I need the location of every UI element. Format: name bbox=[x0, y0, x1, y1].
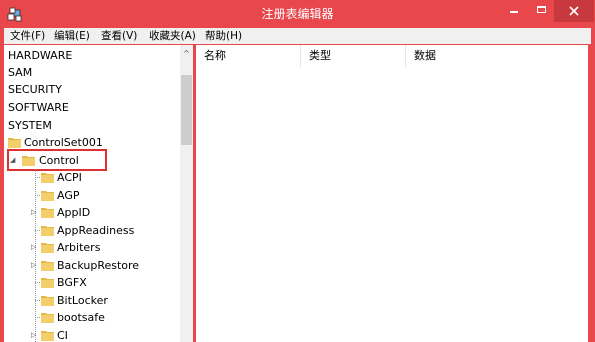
folder-icon bbox=[8, 138, 21, 148]
minimize-icon bbox=[510, 11, 518, 13]
tree-item-arbiters[interactable]: ▷ Arbiters bbox=[4, 239, 174, 256]
folder-icon bbox=[41, 261, 54, 271]
tree-item-label: BitLocker bbox=[57, 294, 108, 307]
collapsed-arrow-icon[interactable]: ▷ bbox=[31, 257, 39, 274]
tree-item-label: HARDWARE bbox=[8, 49, 73, 62]
tree-item-label: SAM bbox=[8, 66, 33, 79]
tree-item-label: bootsafe bbox=[57, 311, 105, 324]
tree-item-appreadiness[interactable]: AppReadiness bbox=[4, 222, 174, 239]
tree-item-bitlocker[interactable]: BitLocker bbox=[4, 292, 174, 309]
close-button[interactable] bbox=[554, 0, 594, 22]
tree-item-backuprestore[interactable]: ▷ BackupRestore bbox=[4, 257, 174, 274]
tree-item-label: SECURITY bbox=[8, 83, 62, 96]
registry-tree[interactable]: HARDWARE SAM SECURITY SOFTWARE SYSTEM Co… bbox=[4, 45, 193, 342]
tree-item-bgfx[interactable]: BGFX bbox=[4, 274, 174, 291]
maximize-icon bbox=[536, 6, 546, 13]
menu-favorites[interactable]: 收藏夹(A) bbox=[149, 28, 196, 44]
tree-item-ci[interactable]: ▷ CI bbox=[4, 327, 174, 342]
tree-item-label: ACPI bbox=[57, 171, 82, 184]
selection-highlight-box bbox=[7, 149, 107, 171]
folder-icon bbox=[41, 278, 54, 288]
collapsed-arrow-icon[interactable]: ▷ bbox=[31, 327, 39, 342]
menu-help[interactable]: 帮助(H) bbox=[205, 28, 242, 44]
folder-icon bbox=[41, 296, 54, 306]
tree-scrollbar[interactable]: ^ bbox=[180, 45, 193, 342]
column-header-data[interactable]: 数据 bbox=[406, 45, 588, 67]
collapsed-arrow-icon[interactable]: ▷ bbox=[31, 239, 39, 256]
tree-item-label: BackupRestore bbox=[57, 259, 140, 272]
folder-icon bbox=[41, 243, 54, 253]
scrollbar-thumb[interactable] bbox=[181, 75, 192, 145]
tree-item-appid[interactable]: ▷ AppID bbox=[4, 204, 174, 221]
tree-item-label: AppReadiness bbox=[57, 224, 135, 237]
scroll-up-arrow-icon[interactable]: ^ bbox=[180, 45, 193, 62]
values-list[interactable]: 名称 类型 数据 bbox=[196, 45, 588, 342]
folder-icon bbox=[41, 331, 54, 341]
folder-icon bbox=[41, 208, 54, 218]
folder-icon bbox=[41, 226, 54, 236]
folder-icon bbox=[41, 173, 54, 183]
tree-item-agp[interactable]: AGP bbox=[4, 187, 174, 204]
tree-item-label: BGFX bbox=[57, 276, 87, 289]
minimize-button[interactable] bbox=[500, 0, 528, 22]
close-icon bbox=[569, 6, 579, 16]
title-bar[interactable]: 注册表编辑器 bbox=[0, 0, 595, 28]
tree-item-acpi[interactable]: ACPI bbox=[4, 169, 174, 186]
folder-icon bbox=[41, 313, 54, 323]
tree-item-label: Arbiters bbox=[57, 241, 101, 254]
tree-item-label: AGP bbox=[57, 189, 80, 202]
tree-item-label: CI bbox=[57, 329, 68, 342]
maximize-button[interactable] bbox=[528, 0, 554, 22]
menu-bar: 文件(F) 编辑(E) 查看(V) 收藏夹(A) 帮助(H) bbox=[4, 28, 591, 44]
column-header-name[interactable]: 名称 bbox=[196, 45, 301, 67]
folder-icon bbox=[41, 191, 54, 201]
tree-item-label: AppID bbox=[57, 206, 91, 219]
column-header-type[interactable]: 类型 bbox=[301, 45, 406, 67]
registry-editor-window: 注册表编辑器 文件(F) 编辑(E) 查看(V) 收藏夹(A) 帮助(H) HA… bbox=[0, 0, 595, 342]
menu-view[interactable]: 查看(V) bbox=[101, 28, 137, 44]
tree-item-label: SYSTEM bbox=[8, 119, 52, 132]
menu-file[interactable]: 文件(F) bbox=[10, 28, 45, 44]
tree-item-bootsafe[interactable]: bootsafe bbox=[4, 309, 174, 326]
tree-item-label: SOFTWARE bbox=[8, 101, 69, 114]
menu-edit[interactable]: 编辑(E) bbox=[54, 28, 90, 44]
collapsed-arrow-icon[interactable]: ▷ bbox=[31, 204, 39, 221]
